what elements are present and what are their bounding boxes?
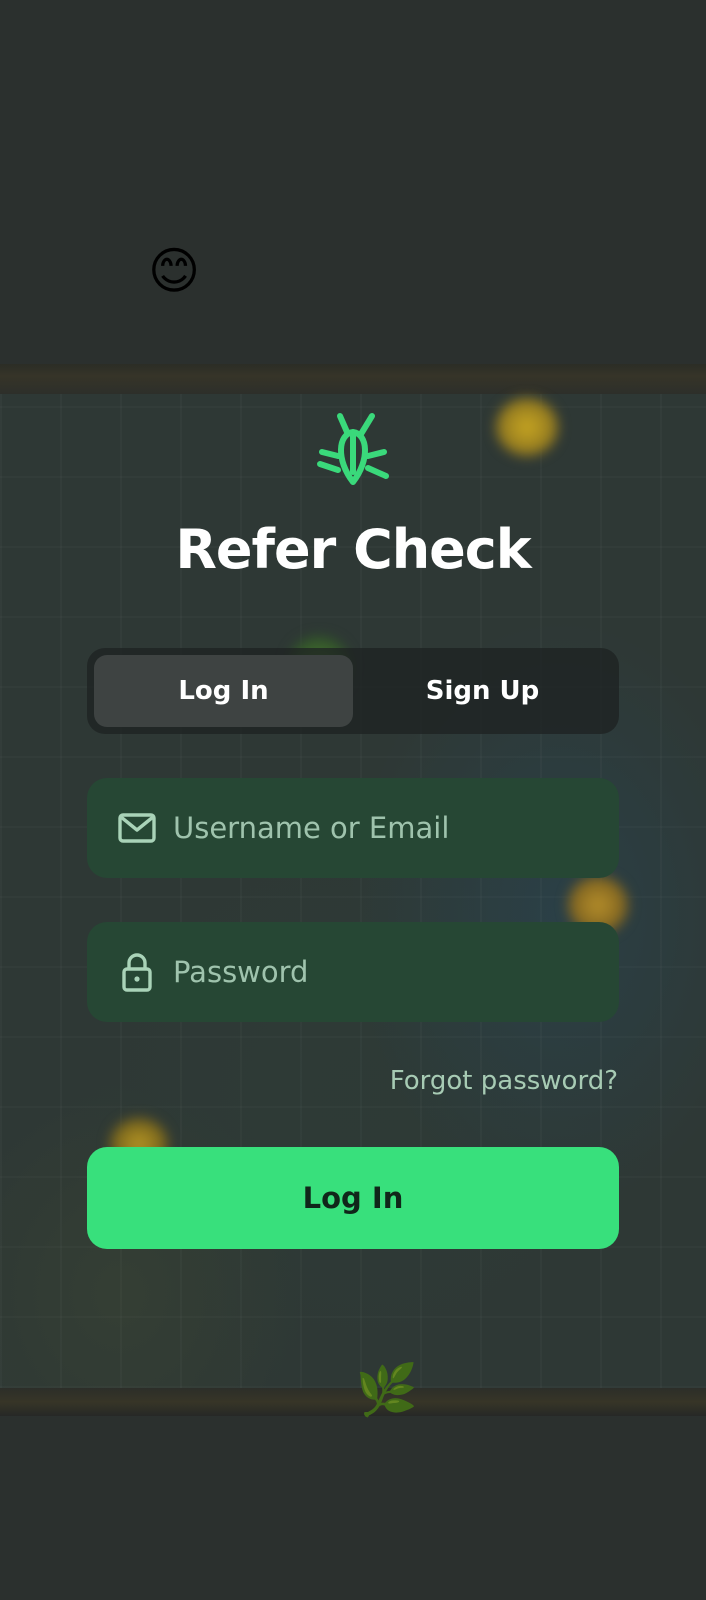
password-input[interactable] (173, 955, 619, 989)
username-field[interactable] (87, 778, 619, 878)
lock-icon (117, 952, 157, 992)
background-frame-top (0, 364, 706, 394)
tab-sign-up[interactable]: Sign Up (353, 655, 612, 727)
username-input[interactable] (173, 811, 619, 845)
leaf-icon: 🌿 (355, 1361, 419, 1419)
password-field[interactable] (87, 922, 619, 1022)
forgot-password-link[interactable]: Forgot password? (390, 1066, 618, 1096)
mail-icon (117, 808, 157, 848)
smiling-face-icon: 😊 (147, 242, 201, 300)
bug-icon (316, 412, 390, 494)
background-frame-bottom (0, 1388, 706, 1416)
log-in-button[interactable]: Log In (87, 1147, 619, 1249)
app-title: Refer Check (175, 518, 531, 581)
background-blob (496, 398, 558, 456)
auth-mode-toggle: Log In Sign Up (87, 648, 619, 734)
tab-log-in[interactable]: Log In (94, 655, 353, 727)
